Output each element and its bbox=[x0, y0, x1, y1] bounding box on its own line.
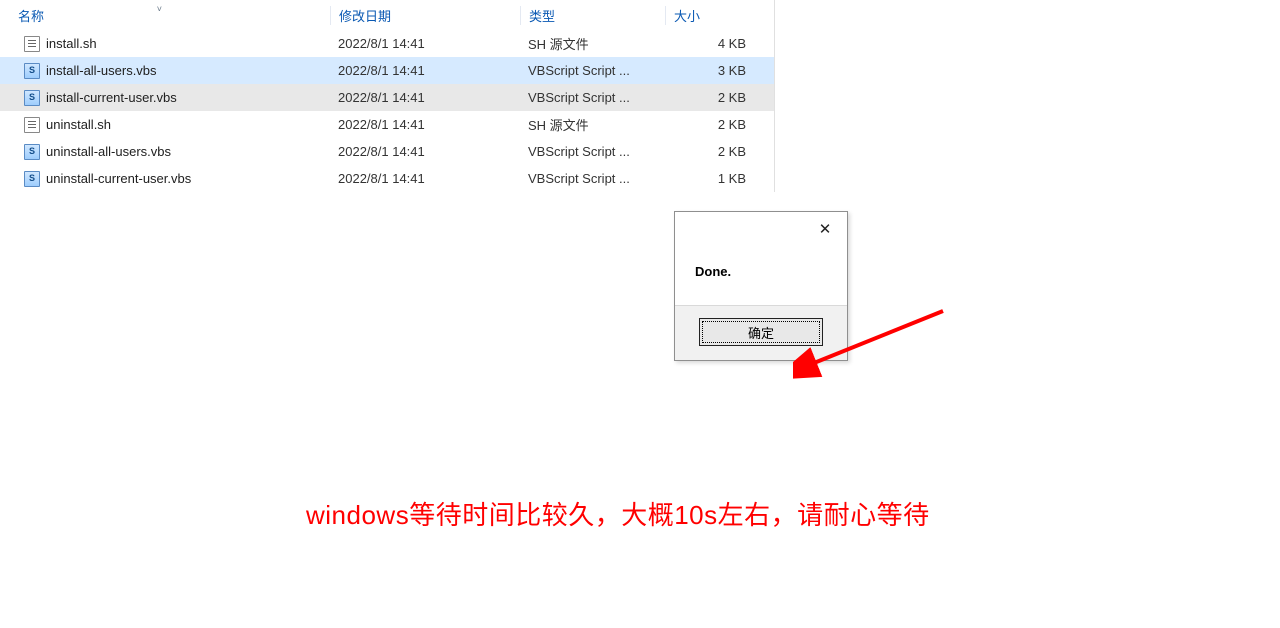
file-row[interactable]: uninstall-current-user.vbs 2022/8/1 14:41… bbox=[0, 165, 774, 192]
file-type: VBScript Script ... bbox=[520, 144, 665, 159]
file-type: SH 源文件 bbox=[520, 34, 665, 53]
column-header-row: 名称 ˅ 修改日期 类型 大小 bbox=[0, 0, 774, 30]
close-icon[interactable]: ✕ bbox=[811, 217, 839, 241]
file-type: VBScript Script ... bbox=[520, 90, 665, 105]
file-type: VBScript Script ... bbox=[520, 171, 665, 186]
column-header-date[interactable]: 修改日期 bbox=[330, 6, 520, 25]
file-name: uninstall-current-user.vbs bbox=[46, 171, 191, 186]
file-size: 3 KB bbox=[665, 63, 760, 78]
file-size: 2 KB bbox=[665, 144, 760, 159]
column-header-type[interactable]: 类型 bbox=[520, 6, 665, 25]
sh-file-icon bbox=[24, 117, 40, 133]
file-name: install.sh bbox=[46, 36, 97, 51]
ok-button[interactable]: 确定 bbox=[699, 318, 823, 346]
file-row[interactable]: install.sh 2022/8/1 14:41SH 源文件4 KB bbox=[0, 30, 774, 57]
file-date: 2022/8/1 14:41 bbox=[330, 117, 520, 132]
file-row[interactable]: uninstall.sh 2022/8/1 14:41SH 源文件2 KB bbox=[0, 111, 774, 138]
file-size: 2 KB bbox=[665, 90, 760, 105]
vbs-file-icon bbox=[24, 90, 40, 106]
file-name: install-current-user.vbs bbox=[46, 90, 177, 105]
file-name: uninstall.sh bbox=[46, 117, 111, 132]
file-date: 2022/8/1 14:41 bbox=[330, 90, 520, 105]
file-date: 2022/8/1 14:41 bbox=[330, 36, 520, 51]
file-row[interactable]: uninstall-all-users.vbs 2022/8/1 14:41VBS… bbox=[0, 138, 774, 165]
dialog-footer: 确定 bbox=[675, 305, 847, 360]
file-row[interactable]: install-current-user.vbs 2022/8/1 14:41VB… bbox=[0, 84, 774, 111]
file-size: 1 KB bbox=[665, 171, 760, 186]
sh-file-icon bbox=[24, 36, 40, 52]
file-type: VBScript Script ... bbox=[520, 63, 665, 78]
vbs-file-icon bbox=[24, 171, 40, 187]
file-name: install-all-users.vbs bbox=[46, 63, 157, 78]
dialog-message: Done. bbox=[675, 246, 847, 305]
vbs-file-icon bbox=[24, 144, 40, 160]
sort-indicator-icon: ˅ bbox=[157, 4, 162, 14]
message-dialog: ✕ Done. 确定 bbox=[674, 211, 848, 361]
file-rows: install.sh2022/8/1 14:41SH 源文件4 KBinstal… bbox=[0, 30, 774, 192]
column-header-name[interactable]: 名称 ˅ bbox=[0, 6, 330, 25]
file-row[interactable]: install-all-users.vbs 2022/8/1 14:41VBScr… bbox=[0, 57, 774, 84]
file-type: SH 源文件 bbox=[520, 115, 665, 134]
file-date: 2022/8/1 14:41 bbox=[330, 171, 520, 186]
file-name: uninstall-all-users.vbs bbox=[46, 144, 171, 159]
file-date: 2022/8/1 14:41 bbox=[330, 63, 520, 78]
vbs-file-icon bbox=[24, 63, 40, 79]
file-size: 4 KB bbox=[665, 36, 760, 51]
file-size: 2 KB bbox=[665, 117, 760, 132]
annotation-caption: windows等待时间比较久，大概10s左右，请耐心等待 bbox=[306, 495, 930, 532]
dialog-titlebar[interactable]: ✕ bbox=[675, 212, 847, 246]
column-header-size[interactable]: 大小 bbox=[665, 6, 760, 25]
file-date: 2022/8/1 14:41 bbox=[330, 144, 520, 159]
column-header-name-label: 名称 bbox=[18, 9, 44, 24]
file-list-pane: 名称 ˅ 修改日期 类型 大小 install.sh 2022/8/1 14:41… bbox=[0, 0, 775, 192]
